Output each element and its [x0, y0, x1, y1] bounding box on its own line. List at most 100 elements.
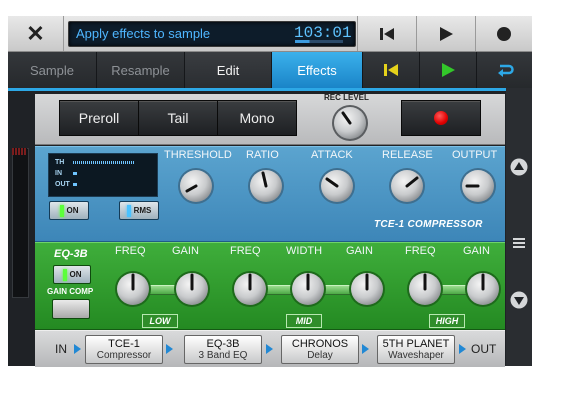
play-button[interactable]: [417, 16, 475, 51]
compressor-on-toggle[interactable]: ON: [49, 201, 89, 220]
clip-indicator: [12, 148, 27, 155]
high-gain-knob[interactable]: [464, 270, 502, 308]
chain-slot-1[interactable]: TCE-1 Compressor: [85, 335, 163, 364]
low-freq-knob[interactable]: [114, 270, 152, 308]
record-icon: [497, 26, 511, 41]
side-scroll-column: [506, 88, 532, 366]
eq-on-led-icon: [62, 268, 67, 281]
skip-to-start-button[interactable]: [358, 16, 416, 51]
on-label: ON: [66, 206, 79, 215]
rms-label: RMS: [133, 206, 152, 215]
high-band-label: HIGH: [429, 314, 465, 328]
status-display: Apply effects to sample 103:01: [68, 21, 356, 47]
rms-toggle[interactable]: RMS: [119, 201, 159, 220]
output-label: OUTPUT: [452, 149, 498, 161]
output-knob[interactable]: [459, 167, 497, 205]
release-label: RELEASE: [382, 149, 433, 161]
slot-4-name: 5TH PLANET: [382, 338, 450, 350]
in-label: IN: [55, 170, 62, 177]
preview-play-button[interactable]: [420, 52, 477, 88]
th-label: TH: [55, 159, 65, 166]
slot-1-name: TCE-1: [108, 338, 140, 350]
chain-slot-3[interactable]: CHRONOS Delay: [281, 335, 359, 364]
compressor-meter-display: TH IN OUT: [48, 153, 158, 197]
close-icon[interactable]: ✕: [8, 16, 63, 51]
scroll-down-icon[interactable]: [510, 291, 528, 309]
chain-arrow-icon: [459, 344, 466, 354]
low-band-label: LOW: [142, 314, 178, 328]
compressor-name: TCE-1 COMPRESSOR: [374, 219, 483, 230]
eq-on-label: ON: [69, 270, 82, 279]
app-window: ✕ Apply effects to sample 103:01 Sample …: [8, 16, 532, 367]
mid-width-knob[interactable]: [289, 270, 327, 308]
eq-title: EQ-3B: [54, 248, 88, 260]
eq-on-toggle[interactable]: ON: [53, 265, 91, 284]
high-freq-knob[interactable]: [406, 270, 444, 308]
tab-resample[interactable]: Resample: [97, 52, 185, 88]
skip-to-start-icon: [380, 27, 394, 40]
divider: [63, 16, 64, 51]
slot-3-name: CHRONOS: [291, 338, 349, 350]
chain-out-label: OUT: [471, 342, 497, 356]
gain-comp-toggle[interactable]: [52, 299, 90, 319]
threshold-knob[interactable]: [177, 167, 215, 205]
attack-knob[interactable]: [318, 167, 356, 205]
chain-in-label: IN: [55, 342, 67, 356]
low-gain-label: GAIN: [172, 245, 199, 257]
tab-sample[interactable]: Sample: [8, 52, 97, 88]
chain-arrow-icon: [74, 344, 81, 354]
effects-chain: IN TCE-1 Compressor EQ-3B 3 Band EQ CHRO…: [35, 330, 505, 367]
out-label: OUT: [55, 181, 70, 188]
loop-blue-icon: [497, 64, 514, 77]
slot-4-type: Waveshaper: [388, 350, 444, 361]
preroll-button[interactable]: Preroll: [59, 100, 139, 136]
scroll-up-icon[interactable]: [510, 158, 528, 176]
record-dot-icon: [434, 111, 448, 125]
threshold-label: THRESHOLD: [164, 149, 232, 161]
return-to-start-button[interactable]: [363, 52, 420, 88]
mid-width-label: WIDTH: [286, 245, 323, 257]
mid-gain-knob[interactable]: [348, 270, 386, 308]
ratio-label: RATIO: [246, 149, 279, 161]
out-meter: [73, 183, 77, 186]
tail-button[interactable]: Tail: [138, 100, 218, 136]
mono-button[interactable]: Mono: [217, 100, 297, 136]
slot-2-name: EQ-3B: [206, 338, 240, 350]
eq-module: EQ-3B ON GAIN COMP FREQ GAIN FREQ WIDTH …: [35, 242, 505, 330]
skip-start-yellow-icon: [384, 64, 398, 76]
mid-freq-knob[interactable]: [231, 270, 269, 308]
slot-2-type: 3 Band EQ: [198, 350, 248, 361]
compressor-module: TH IN OUT ON RMS THRESHOLD RATIO ATTACK …: [35, 146, 505, 242]
record-button[interactable]: [476, 16, 532, 51]
position-indicator: [295, 40, 343, 43]
tab-effects[interactable]: Effects: [272, 52, 363, 88]
loop-button[interactable]: [477, 52, 532, 88]
rec-level-label: REC LEVEL: [324, 93, 369, 102]
input-level-meter: [12, 148, 29, 298]
menu-icon[interactable]: [510, 234, 528, 252]
recording-options: Preroll Tail Mono REC LEVEL: [35, 93, 505, 145]
rec-level-knob[interactable]: [331, 104, 369, 142]
low-gain-knob[interactable]: [173, 270, 211, 308]
play-icon: [440, 26, 453, 41]
play-green-icon: [442, 63, 455, 77]
gain-comp-label: GAIN COMP: [47, 287, 94, 296]
high-freq-label: FREQ: [405, 245, 436, 257]
tab-bar: Sample Resample Edit Effects: [8, 52, 532, 91]
chain-slot-2[interactable]: EQ-3B 3 Band EQ: [184, 335, 262, 364]
in-meter: [73, 172, 77, 175]
on-led-icon: [59, 204, 64, 217]
chain-arrow-icon: [362, 344, 369, 354]
tab-edit[interactable]: Edit: [185, 52, 272, 88]
status-title: Apply effects to sample: [76, 26, 211, 41]
ratio-knob[interactable]: [247, 167, 285, 205]
mid-freq-label: FREQ: [230, 245, 261, 257]
record-arm-button[interactable]: [401, 100, 481, 136]
release-knob[interactable]: [388, 167, 426, 205]
effects-panel: Preroll Tail Mono REC LEVEL TH IN OUT ON…: [35, 93, 505, 367]
low-freq-label: FREQ: [115, 245, 146, 257]
mid-band-label: MID: [286, 314, 322, 328]
top-bar: ✕ Apply effects to sample 103:01: [8, 16, 532, 52]
slot-1-type: Compressor: [96, 350, 152, 361]
chain-slot-4[interactable]: 5TH PLANET Waveshaper: [377, 335, 455, 364]
